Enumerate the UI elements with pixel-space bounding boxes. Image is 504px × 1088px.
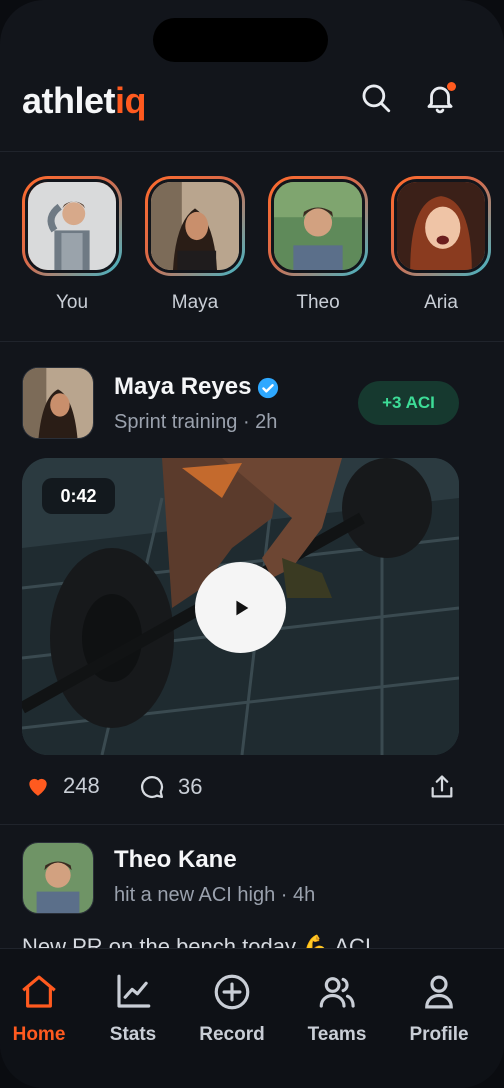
story-theo[interactable]: Theo: [268, 176, 368, 314]
story-avatar: [148, 179, 242, 273]
story-ring: [391, 176, 491, 276]
video-duration: 0:42: [42, 478, 115, 514]
tab-home[interactable]: Home: [0, 971, 89, 1046]
plus-circle-icon: [214, 974, 250, 1010]
stories-row: You Maya Theo Aria: [0, 152, 504, 342]
verified-icon: [257, 377, 279, 399]
post-author-name: Maya Reyes: [114, 373, 252, 400]
story-ring: [22, 176, 122, 276]
story-you[interactable]: You: [22, 176, 122, 314]
story-avatar: [25, 179, 119, 273]
logo-accent: iq: [115, 80, 147, 121]
chart-icon: [117, 974, 151, 1008]
logo-main: athlet: [22, 80, 116, 121]
share-icon: [431, 775, 453, 798]
comment-count: 36: [178, 774, 203, 799]
search-button[interactable]: [356, 78, 396, 118]
notification-dot: [447, 82, 456, 91]
story-label: Maya: [171, 292, 219, 313]
app-logo[interactable]: athletiq: [22, 80, 147, 122]
story-avatar: [271, 179, 365, 273]
post-subtitle: hit a new ACI high · 4h: [114, 884, 316, 906]
home-icon: [22, 975, 56, 1008]
phone-screen: athletiq You Maya Theo Aria Maya Reyes S…: [0, 0, 504, 1088]
post-subtitle: Sprint training · 2h: [114, 411, 278, 433]
story-label: Theo: [296, 292, 340, 313]
app-header: athletiq: [0, 70, 504, 152]
story-label: Aria: [424, 292, 458, 313]
story-ring: [268, 176, 368, 276]
story-aria[interactable]: Aria: [391, 176, 491, 314]
tab-label: Profile: [409, 1024, 469, 1045]
aci-badge: +3 ACI: [358, 381, 459, 425]
like-button[interactable]: 248: [25, 773, 100, 799]
video-media[interactable]: 0:42: [22, 458, 459, 755]
tab-record[interactable]: Record: [182, 971, 282, 1046]
tab-teams[interactable]: Teams: [287, 971, 387, 1046]
comment-button[interactable]: 36: [138, 773, 202, 801]
post-author[interactable]: Maya Reyes: [114, 373, 279, 401]
dynamic-island: [153, 18, 328, 62]
post-actions: 248 36: [0, 773, 504, 803]
tab-stats[interactable]: Stats: [83, 971, 183, 1046]
feed-post: Theo Kane hit a new ACI high · 4h New PR…: [0, 826, 504, 956]
avatar[interactable]: [22, 367, 94, 439]
feed-post: Maya Reyes Sprint training · 2h +3 ACI 0…: [0, 343, 504, 825]
user-icon: [425, 975, 453, 1009]
tab-profile[interactable]: Profile: [389, 971, 489, 1046]
search-icon: [362, 84, 391, 113]
story-maya[interactable]: Maya: [145, 176, 245, 314]
play-button[interactable]: [195, 562, 286, 653]
story-ring: [145, 176, 245, 276]
like-count: 248: [63, 773, 100, 798]
play-icon: [235, 600, 248, 615]
tab-label: Home: [12, 1024, 66, 1045]
post-author-name[interactable]: Theo Kane: [114, 846, 237, 874]
notifications-button[interactable]: [420, 78, 460, 118]
tab-label: Teams: [307, 1024, 367, 1045]
story-avatar: [394, 179, 488, 273]
heart-icon: [29, 778, 47, 796]
avatar[interactable]: [22, 842, 94, 914]
tab-label: Record: [199, 1024, 265, 1045]
share-button[interactable]: [428, 773, 456, 801]
story-label: You: [55, 292, 89, 313]
bottom-tab-bar: Home Stats Record Teams Profile: [0, 948, 504, 1088]
users-icon: [319, 977, 355, 1008]
tab-label: Stats: [109, 1024, 157, 1045]
comment-icon: [141, 775, 164, 799]
